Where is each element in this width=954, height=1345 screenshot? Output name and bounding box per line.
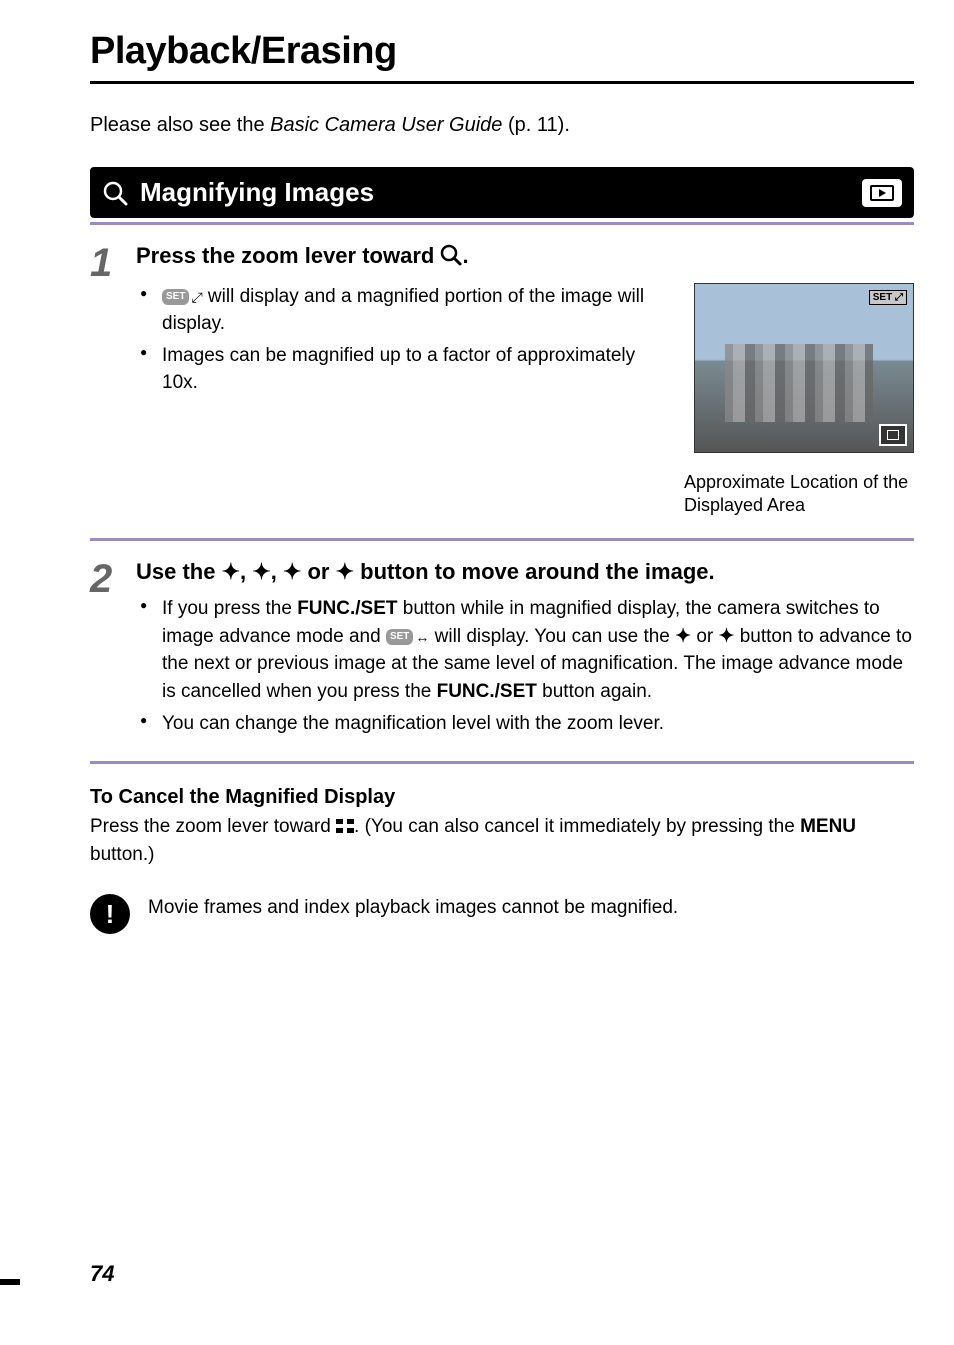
advance-icon: ↔: [415, 627, 429, 647]
step-1-bullets: SET⤢ will display and a magnified portio…: [136, 283, 664, 397]
step-1-heading: Press the zoom lever toward .: [136, 241, 914, 275]
locator-overlay: [879, 424, 907, 446]
arrow-right-icon: ✦: [719, 626, 735, 647]
index-view-icon: [336, 819, 354, 833]
step-2-heading-prefix: Use the: [136, 559, 222, 584]
arrow-left-icon: ✦: [675, 626, 691, 647]
note-text: Movie frames and index playback images c…: [148, 894, 678, 922]
caution-icon: !: [90, 894, 130, 934]
arrow-right-icon: ✦: [336, 559, 354, 584]
step-1-bullet-2: Images can be magnified up to a factor o…: [136, 342, 664, 397]
page-number: 74: [90, 1261, 114, 1287]
step-2-heading-mid: or: [301, 559, 335, 584]
image-caption: Approximate Location of the Displayed Ar…: [684, 471, 914, 518]
cancel-text-c: button.): [90, 844, 154, 865]
s2b1-bold1: FUNC./SET: [297, 598, 397, 619]
intro-italic: Basic Camera User Guide: [270, 114, 502, 136]
side-tab: [0, 1279, 20, 1285]
intro-text: Please also see the Basic Camera User Gu…: [90, 114, 914, 137]
intro-prefix: Please also see the: [90, 114, 270, 136]
step-2-heading-suffix: button to move around the image.: [354, 559, 715, 584]
step-1-bullet-1: SET⤢ will display and a magnified portio…: [136, 283, 664, 338]
step-2: 2 Use the ✦, ✦, ✦ or ✦ button to move ar…: [90, 541, 914, 765]
magnify-icon: [102, 180, 128, 206]
s2b1-d: or: [691, 626, 718, 647]
s2b1-a: If you press the: [162, 598, 297, 619]
step-1-bullet-1-text: will display and a magnified portion of …: [162, 286, 644, 335]
step-1-heading-suffix: .: [462, 243, 468, 268]
step-1-heading-prefix: Press the zoom lever toward: [136, 243, 440, 268]
intro-suffix: (p. 11).: [502, 114, 569, 136]
cancel-text-a: Press the zoom lever toward: [90, 816, 336, 837]
section-header: Magnifying Images: [90, 167, 914, 218]
cancel-bold: MENU: [800, 816, 856, 837]
set-overlay-icon: SET: [869, 290, 907, 305]
section-title: Magnifying Images: [140, 177, 374, 208]
chapter-title: Playback/Erasing: [90, 30, 914, 84]
arrow-up-icon: ✦: [222, 559, 240, 584]
cancel-heading: To Cancel the Magnified Display: [90, 786, 914, 809]
step-2-bullets: If you press the FUNC./SET button while …: [136, 595, 914, 737]
arrow-down-icon: ✦: [252, 559, 270, 584]
note-block: ! Movie frames and index playback images…: [90, 894, 914, 934]
set-badge-icon: SET: [386, 629, 413, 646]
move-icon: ⤢: [191, 287, 202, 307]
step-2-heading: Use the ✦, ✦, ✦ or ✦ button to move arou…: [136, 557, 914, 588]
s2b1-f: button again.: [537, 681, 652, 702]
s2b1-c: will display. You can use the: [429, 626, 675, 647]
set-badge-icon: SET: [162, 289, 189, 306]
step-1-number: 1: [90, 241, 136, 518]
arrow-left-icon: ✦: [283, 559, 301, 584]
cancel-text: Press the zoom lever toward . (You can a…: [90, 813, 914, 868]
step-2-bullet-1: If you press the FUNC./SET button while …: [136, 595, 914, 705]
step-1: 1 Press the zoom lever toward . SET⤢ wil…: [90, 225, 914, 541]
s2b1-bold2: FUNC./SET: [437, 681, 537, 702]
sample-display-image: SET: [694, 283, 914, 453]
step-2-number: 2: [90, 557, 136, 742]
playback-mode-icon: [862, 179, 902, 207]
cancel-text-b: . (You can also cancel it immediately by…: [354, 816, 800, 837]
magnify-icon: [440, 246, 462, 271]
step-2-bullet-2: You can change the magnification level w…: [136, 710, 914, 738]
